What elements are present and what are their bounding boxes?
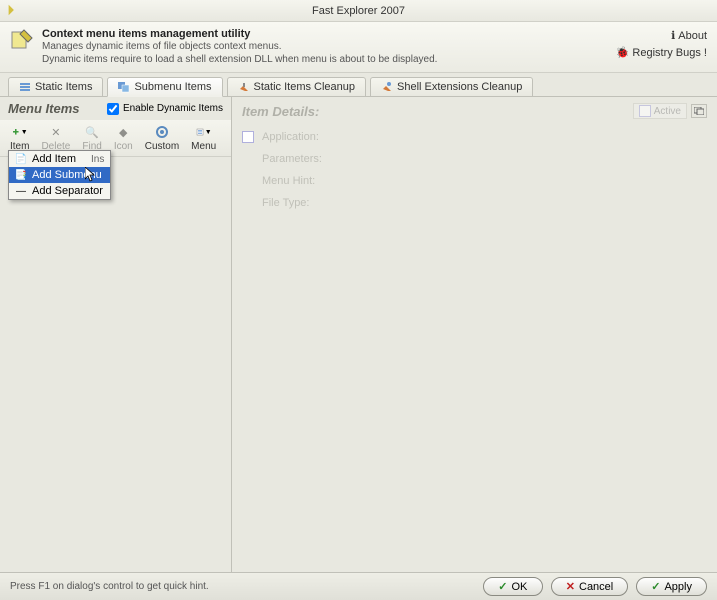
file-type-row: File Type: [242, 195, 707, 211]
application-checkbox [242, 131, 254, 143]
header-title: Context menu items management utility [42, 28, 437, 40]
menu-button[interactable]: ▼ Menu [185, 122, 222, 154]
separator-icon: — [15, 185, 27, 197]
cancel-button[interactable]: ✕ Cancel [551, 577, 628, 596]
utility-icon [10, 28, 34, 52]
details-title: Item Details: [242, 104, 319, 119]
bug-icon: 🐞 [616, 45, 630, 62]
tab-shell-cleanup[interactable]: Shell Extensions Cleanup [370, 77, 533, 96]
static-icon [19, 81, 31, 93]
check-icon: ✓ [498, 580, 507, 593]
add-icon [12, 128, 20, 136]
icon-icon: ◆ [115, 124, 131, 140]
footer: Press F1 on dialog's control to get quic… [0, 572, 717, 600]
parameters-row: Parameters: [242, 151, 707, 167]
icon-button: ◆ Icon [108, 122, 139, 154]
right-panel: Item Details: Active Application: Parame… [232, 97, 717, 577]
add-submenu-icon: 📑 [15, 169, 27, 181]
cleanup-icon [238, 81, 250, 93]
custom-icon [154, 124, 170, 140]
apply-button[interactable]: ✓ Apply [636, 577, 707, 596]
menu-hint-row: Menu Hint: [242, 173, 707, 189]
header-panel: Context menu items management utility Ma… [0, 22, 717, 73]
popout-icon [694, 107, 704, 115]
tab-submenu-items[interactable]: Submenu Items [107, 77, 222, 97]
tab-static-cleanup[interactable]: Static Items Cleanup [227, 77, 367, 96]
shell-cleanup-icon [381, 81, 393, 93]
app-icon [6, 3, 20, 17]
menu-icon [196, 128, 204, 136]
footer-hint: Press F1 on dialog's control to get quic… [10, 581, 209, 592]
submenu-icon [118, 81, 130, 93]
window-title: Fast Explorer 2007 [312, 5, 405, 17]
about-link[interactable]: ℹAbout [616, 28, 707, 45]
application-row: Application: [242, 129, 707, 145]
delete-icon: ✕ [48, 124, 64, 140]
ok-button[interactable]: ✓ OK [483, 577, 543, 596]
tab-static-items[interactable]: Static Items [8, 77, 103, 96]
menu-items-title: Menu Items [8, 101, 80, 116]
custom-button[interactable]: Custom [139, 122, 185, 154]
add-item-menu-item[interactable]: 📄 Add Item Ins [9, 151, 110, 167]
add-separator-menu-item[interactable]: — Add Separator [9, 183, 110, 199]
titlebar: Fast Explorer 2007 [0, 0, 717, 22]
tabs: Static Items Submenu Items Static Items … [0, 73, 717, 97]
popout-button[interactable] [691, 104, 707, 118]
enable-dynamic-checkbox[interactable]: Enable Dynamic Items [107, 103, 223, 115]
x-icon: ✕ [566, 580, 575, 593]
add-item-icon: 📄 [15, 153, 27, 165]
add-submenu-menu-item[interactable]: 📑 Add Submenu [9, 167, 110, 183]
header-line1: Manages dynamic items of file objects co… [42, 40, 437, 53]
apply-check-icon: ✓ [651, 580, 660, 593]
enable-dynamic-input[interactable] [107, 103, 119, 115]
enable-dynamic-label: Enable Dynamic Items [123, 103, 223, 114]
bugs-link[interactable]: 🐞Registry Bugs ! [616, 45, 707, 62]
active-checkbox: Active [633, 103, 687, 119]
active-check-box [639, 105, 651, 117]
find-icon: 🔍 [84, 124, 100, 140]
header-line2: Dynamic items require to load a shell ex… [42, 53, 437, 66]
info-icon: ℹ [671, 28, 675, 45]
item-dropdown-menu: 📄 Add Item Ins 📑 Add Submenu — Add Separ… [8, 150, 111, 200]
